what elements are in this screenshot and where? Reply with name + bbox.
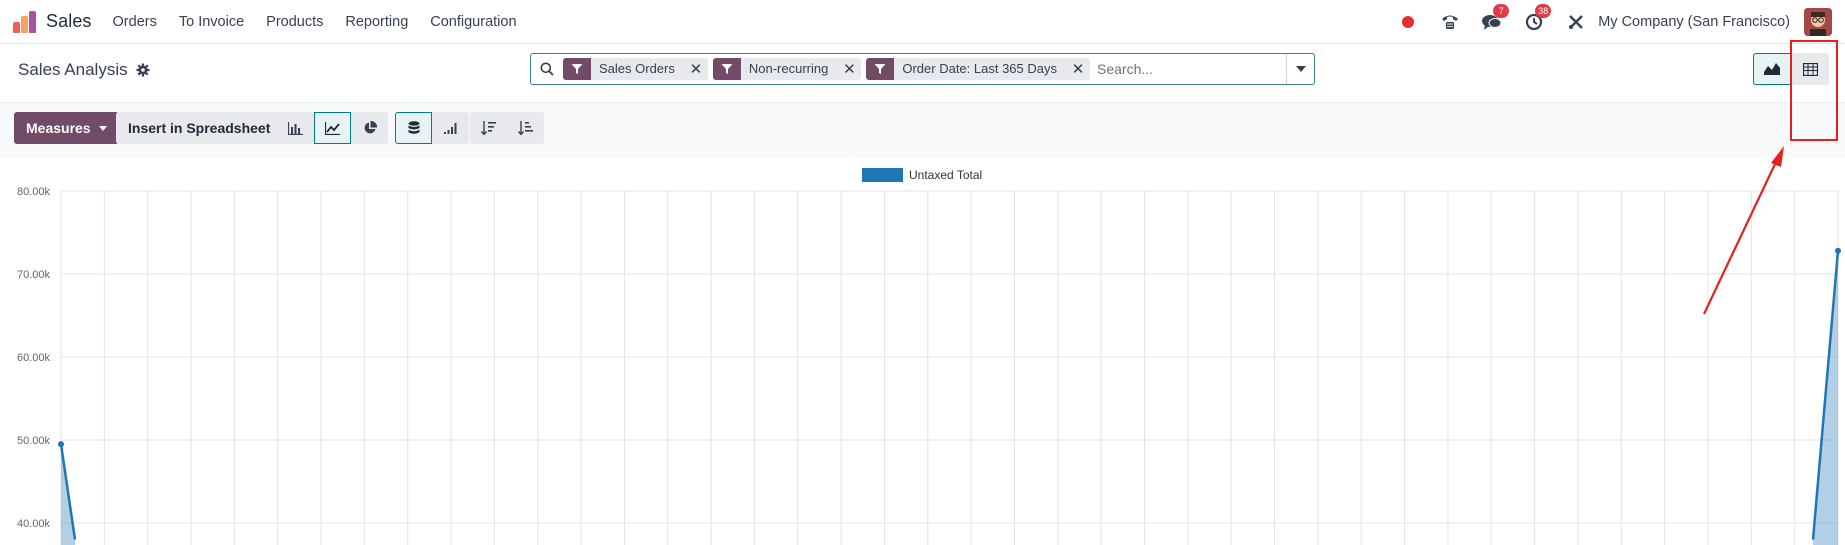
chart-legend[interactable]: Untaxed Total [862,168,982,182]
graph-chart-area: 80.00k 70.00k 60.00k 50.00k 40.00k Untaxed T… [0,158,1845,545]
page-title: Sales Analysis [18,60,128,79]
y-tick-label: 50.00k [17,435,51,447]
menu-item-products[interactable]: Products [255,14,334,30]
search-bar: Sales Orders ✕ Non-recurring ✕ Order Dat… [530,53,1315,85]
stacked-button[interactable] [395,112,432,144]
company-switcher[interactable]: My Company (San Francisco) [1598,14,1790,30]
close-icon[interactable]: ✕ [684,58,708,80]
data-point [58,441,64,448]
debug-tools-icon[interactable] [1566,12,1586,32]
graph-toolbar: Measures Insert in Spreadsheet [0,102,1845,158]
user-avatar[interactable] [1804,8,1832,36]
filter-icon [712,58,741,80]
area-chart: 80.00k 70.00k 60.00k 50.00k 40.00k [17,186,1841,545]
main-menu: Orders To Invoice Products Reporting Con… [102,14,528,30]
caret-down-icon [98,125,107,131]
cumulative-button[interactable] [432,112,469,144]
y-tick-label: 60.00k [17,352,51,364]
sort-group [470,112,544,144]
control-panel-top: Sales Analysis Sales Orders ✕ Non-recurr… [0,44,1845,102]
y-tick-label: 70.00k [17,269,51,281]
line-chart-button[interactable] [314,112,351,144]
messages-icon[interactable]: 7 [1482,4,1510,32]
legend-label: Untaxed Total [909,168,983,182]
chart-type-group [277,112,388,144]
sort-descending-button[interactable] [470,112,507,144]
gear-icon[interactable] [136,63,150,77]
database-stack-icon [408,121,419,134]
sort-ascending-button[interactable] [507,112,544,144]
graph-view-button[interactable] [1753,53,1791,85]
insert-label: Insert in Spreadsheet [128,120,271,136]
sort-descending-icon [481,121,496,135]
bar-chart-icon [288,121,303,135]
legend-swatch [862,168,903,182]
sales-app-logo-icon [13,10,37,33]
search-input[interactable] [1095,55,1286,83]
chevron-down-icon[interactable] [1286,54,1314,84]
filter-icon [866,58,895,80]
sort-ascending-icon [518,121,533,135]
close-icon[interactable]: ✕ [1066,58,1090,80]
annotation-highlight-box [1790,40,1838,141]
line-chart-icon [325,121,340,135]
close-icon[interactable]: ✕ [837,58,861,80]
pie-chart-button[interactable] [351,112,388,144]
menu-item-to-invoice[interactable]: To Invoice [168,14,255,30]
menu-item-configuration[interactable]: Configuration [419,14,527,30]
search-facet-order-date: Order Date: Last 365 Days ✕ [866,58,1090,80]
menu-item-reporting[interactable]: Reporting [334,14,419,30]
measures-label: Measures [26,120,91,136]
pie-chart-icon [364,121,377,134]
recording-indicator-icon[interactable] [1398,12,1418,32]
measures-dropdown-button[interactable]: Measures [14,112,119,144]
activities-badge: 38 [1535,4,1552,18]
facet-label: Non-recurring [748,61,829,76]
app-brand[interactable]: Sales [13,10,92,33]
app-name: Sales [46,11,92,31]
insert-in-spreadsheet-button[interactable]: Insert in Spreadsheet [116,112,283,144]
y-tick-label: 80.00k [17,186,51,198]
y-tick-label: 40.00k [17,518,51,530]
messages-badge: 7 [1493,4,1510,18]
menu-item-orders[interactable]: Orders [102,14,168,30]
systray: 7 38 My Company (San Francisco) [1398,0,1845,44]
search-facet-non-recurring: Non-recurring ✕ [712,58,862,80]
activities-clock-icon[interactable]: 38 [1524,4,1552,32]
filter-icon [563,58,591,80]
search-facet-sales-orders: Sales Orders ✕ [563,58,708,80]
facet-label: Order Date: Last 365 Days [902,61,1057,76]
top-navbar: Sales Orders To Invoice Products Reporti… [0,0,1845,44]
breadcrumb: Sales Analysis [18,60,150,80]
phone-icon[interactable] [1440,12,1460,32]
bar-chart-button[interactable] [277,112,314,144]
cumulative-bars-icon [444,123,457,134]
data-point [1835,247,1841,254]
chart-options-group [395,112,469,144]
search-icon[interactable] [531,54,563,84]
facet-label: Sales Orders [599,61,675,76]
